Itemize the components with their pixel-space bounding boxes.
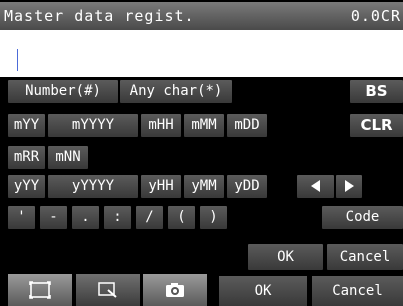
code-key[interactable]: Code xyxy=(322,206,403,229)
key-colon[interactable]: : xyxy=(104,206,131,229)
ok-button[interactable]: OK xyxy=(219,276,307,306)
cancel-key[interactable]: Cancel xyxy=(327,244,403,270)
key-mmm[interactable]: mMM xyxy=(184,114,224,137)
text-caret xyxy=(17,49,18,71)
key-mnn[interactable]: mNN xyxy=(48,146,88,169)
key-mdd[interactable]: mDD xyxy=(227,114,267,137)
arrow-right-icon xyxy=(344,180,354,192)
key-apostrophe[interactable]: ' xyxy=(8,206,35,229)
key-myy[interactable]: mYY xyxy=(8,114,45,137)
cursor-right-key[interactable] xyxy=(336,175,362,198)
key-slash[interactable]: / xyxy=(136,206,163,229)
zoom-icon xyxy=(98,282,117,298)
key-period[interactable]: . xyxy=(72,206,99,229)
key-yyy[interactable]: yYY xyxy=(8,175,45,198)
title-bar: Master data regist. 0.0CR xyxy=(0,2,403,30)
key-close-paren[interactable]: ) xyxy=(200,206,227,229)
arrow-left-icon xyxy=(311,180,320,192)
zoom-tool-button[interactable] xyxy=(76,274,140,306)
key-mrr[interactable]: mRR xyxy=(8,146,45,169)
key-yhh[interactable]: yHH xyxy=(141,175,181,198)
key-ydd[interactable]: yDD xyxy=(227,175,267,198)
cursor-left-key[interactable] xyxy=(297,175,334,198)
text-input[interactable] xyxy=(0,30,403,77)
camera-tool-button[interactable] xyxy=(143,274,207,306)
page-title: Master data regist. xyxy=(4,7,195,25)
key-yyyyy[interactable]: yYYYY xyxy=(48,175,138,198)
key-myyyy[interactable]: mYYYY xyxy=(48,114,138,137)
key-hyphen[interactable]: - xyxy=(40,206,67,229)
frame-icon xyxy=(29,281,51,299)
number-key[interactable]: Number(#) xyxy=(8,80,118,103)
title-value: 0.0CR xyxy=(350,7,401,25)
ok-key[interactable]: OK xyxy=(248,244,323,270)
key-mhh[interactable]: mHH xyxy=(141,114,181,137)
anychar-key[interactable]: Any char(*) xyxy=(120,80,232,103)
key-open-paren[interactable]: ( xyxy=(168,206,195,229)
backspace-key[interactable]: BS xyxy=(350,80,403,103)
camera-icon xyxy=(166,283,184,297)
cancel-button[interactable]: Cancel xyxy=(312,276,403,306)
key-ymm[interactable]: yMM xyxy=(184,175,224,198)
frame-tool-button[interactable] xyxy=(8,274,72,306)
clear-key[interactable]: CLR xyxy=(350,114,403,137)
